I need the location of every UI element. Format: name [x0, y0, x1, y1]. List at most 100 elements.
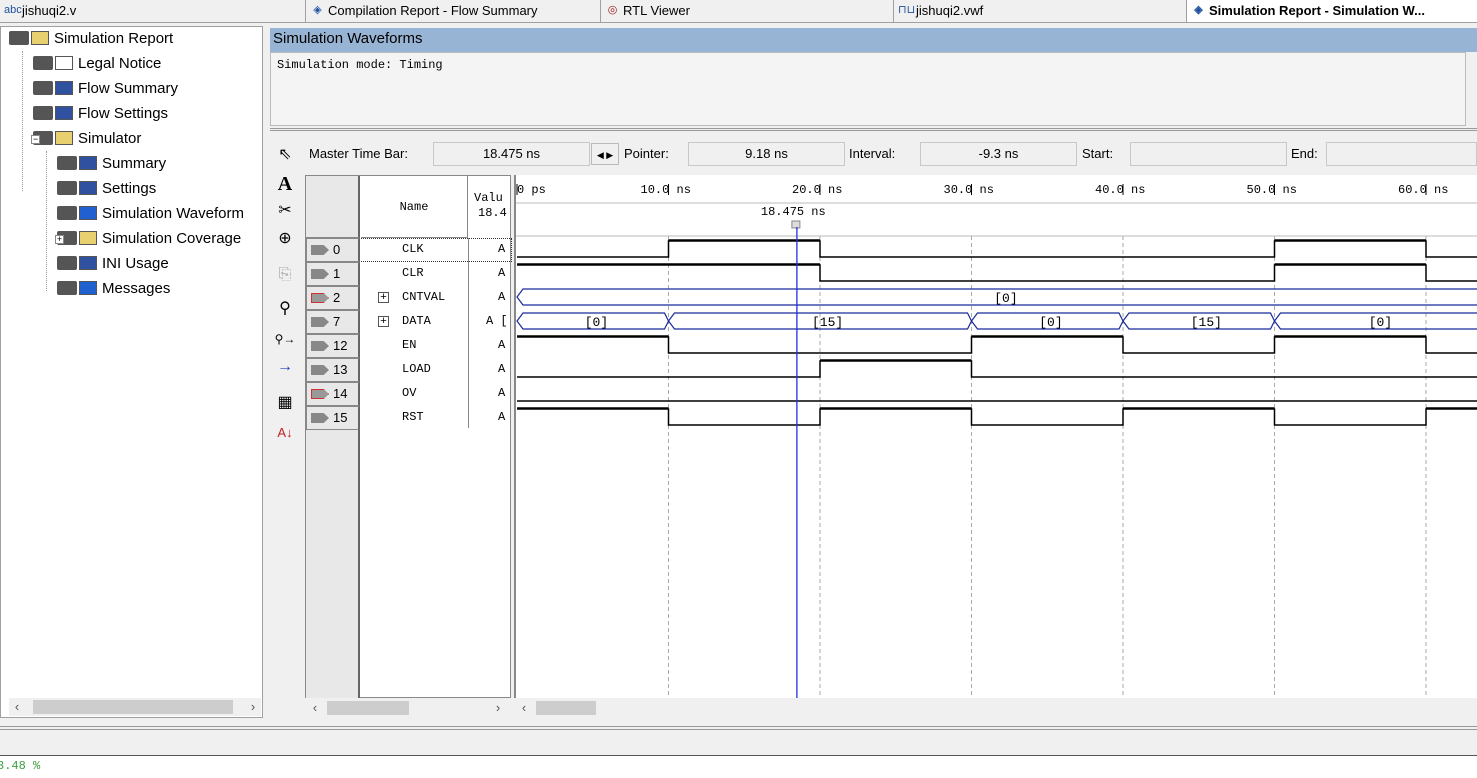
verilog-file-icon: abc: [4, 4, 22, 16]
tree-item-messages[interactable]: Messages: [57, 278, 170, 300]
waveform-editing-tool-icon[interactable]: ✂: [274, 200, 296, 222]
tree-item-legal-notice[interactable]: Legal Notice: [33, 53, 161, 75]
output-pin-icon: [311, 293, 329, 303]
tree-item-simulation-waveform[interactable]: Simulation Waveform: [57, 203, 244, 225]
signal-id: 12: [333, 338, 348, 353]
printer-icon: [33, 56, 53, 70]
selection-tool-icon[interactable]: ⇖: [274, 144, 296, 166]
interval-field: -9.3 ns: [920, 142, 1077, 166]
waveform-rst: [517, 408, 1477, 426]
tree-item-simulation-coverage[interactable]: Simulation Coverage: [57, 228, 241, 250]
expand-toggle-icon[interactable]: −: [31, 135, 40, 144]
tree-item-flow-summary[interactable]: Flow Summary: [33, 78, 178, 100]
expand-toggle-icon[interactable]: +: [55, 235, 64, 244]
text-scrollbar[interactable]: [1466, 52, 1477, 126]
waveform-canvas[interactable]: 0 ps 10.0 ns 20.0 ns 30.0 ns 40.0 ns 50.0 ns 6…: [516, 175, 1477, 698]
signal-row[interactable]: 0 CLK A: [306, 238, 512, 262]
folder-icon: [55, 131, 73, 145]
tree-item-label: INI Usage: [102, 255, 169, 272]
next-transition-icon[interactable]: →: [274, 356, 296, 378]
find-next-icon[interactable]: ⚲→: [274, 328, 296, 350]
scroll-left-icon[interactable]: ‹: [9, 698, 25, 716]
signal-id: 0: [333, 242, 341, 257]
tree-item-settings[interactable]: Settings: [57, 178, 156, 200]
signal-id: 14: [333, 386, 348, 401]
ruler-tick-label: 30.0 ns: [944, 183, 994, 197]
scroll-right-icon[interactable]: ›: [490, 699, 506, 717]
tab-simulation-report[interactable]: ◈ Simulation Report - Simulation W...: [1186, 0, 1477, 22]
signal-row[interactable]: 7 + DATA A [: [306, 310, 512, 334]
signal-name: EN: [402, 338, 417, 352]
printer-icon: [33, 106, 53, 120]
signal-row[interactable]: 12 EN A: [306, 334, 512, 358]
copy-icon[interactable]: ⎘: [274, 264, 296, 286]
signal-row[interactable]: 14 OV A: [306, 382, 512, 406]
signal-id: 15: [333, 410, 348, 425]
scroll-left-icon[interactable]: ‹: [307, 699, 323, 717]
signal-name: RST: [402, 410, 424, 424]
tree-item-label: Legal Notice: [78, 55, 162, 72]
signal-row[interactable]: 15 RST A: [306, 406, 512, 430]
table-icon: [55, 81, 73, 95]
pointer-field: 9.18 ns: [688, 142, 845, 166]
progress-text: 3.48 %: [0, 759, 41, 773]
tree-item-summary[interactable]: Summary: [57, 153, 166, 175]
signal-name: LOAD: [402, 362, 431, 376]
signal-table-scrollbar[interactable]: ‹ ›: [305, 699, 510, 717]
signal-name: DATA: [402, 314, 431, 328]
report-tree: ‹ › Simulation Report Legal Notice Flow Su…: [0, 26, 263, 718]
zoom-tool-icon[interactable]: ⊕: [274, 228, 296, 250]
end-field[interactable]: [1326, 142, 1477, 166]
tree-item-flow-settings[interactable]: Flow Settings: [33, 103, 168, 125]
input-pin-icon: [311, 365, 329, 375]
ruler-tick-label: 10.0 ns: [641, 183, 691, 197]
master-time-bar-field[interactable]: 18.475 ns: [433, 142, 590, 166]
bus-value-label: [15]: [812, 315, 843, 330]
find-icon[interactable]: ⚲: [274, 298, 296, 320]
tree-item-ini-usage[interactable]: INI Usage: [57, 253, 169, 275]
expand-bus-icon[interactable]: +: [378, 292, 389, 303]
tab-compilation-report[interactable]: ◈ Compilation Report - Flow Summary: [305, 0, 600, 22]
waveform-view[interactable]: 0 ps 10.0 ns 20.0 ns 30.0 ns 40.0 ns 50.0 ns 6…: [514, 175, 1477, 698]
table-icon: [55, 106, 73, 120]
tree-item-simulation-report[interactable]: Simulation Report: [9, 28, 173, 50]
ruler-tick-label: 50.0 ns: [1247, 183, 1297, 197]
tree-item-label: Settings: [102, 180, 157, 197]
signal-table: Name Valu 18.4 0 CLK A 1 CLR A 2 + CNTVAL A 7 + DATA…: [305, 175, 512, 698]
bottom-splitter[interactable]: [0, 726, 1477, 730]
signal-value: A: [498, 386, 506, 400]
text-tool-icon[interactable]: A: [274, 173, 296, 195]
tab-jishuqi2-vwf[interactable]: ⊓⊔ jishuqi2.vwf: [893, 0, 1186, 22]
tree-item-simulator[interactable]: Simulator: [33, 128, 141, 150]
signal-row[interactable]: 1 CLR A: [306, 262, 512, 286]
time-bar-stepper[interactable]: ◀ ▶: [591, 143, 619, 165]
waveform-scrollbar[interactable]: ‹: [514, 699, 1477, 717]
document-tabs: abc jishuqi2.v ◈ Compilation Report - Flow…: [0, 0, 1477, 23]
value-column-header[interactable]: Valu: [474, 191, 503, 205]
folder-icon: [31, 31, 49, 45]
tab-jishuqi2-v[interactable]: abc jishuqi2.v: [0, 0, 305, 22]
snap-to-grid-icon[interactable]: ▦: [274, 392, 296, 414]
master-time-bar-label: Master Time Bar:: [309, 146, 408, 161]
scroll-right-icon[interactable]: ›: [245, 698, 261, 716]
input-pin-icon: [311, 245, 329, 255]
tree-horizontal-scrollbar[interactable]: ‹ ›: [9, 698, 261, 716]
signal-name: CLR: [402, 266, 424, 280]
splitter[interactable]: [270, 128, 1477, 131]
master-time-bar-label: 18.475 ns: [761, 205, 826, 219]
bus-value-label: [0]: [1369, 315, 1392, 330]
start-field[interactable]: [1130, 142, 1287, 166]
sort-icon[interactable]: A↓: [274, 422, 296, 444]
tab-rtl-viewer[interactable]: ◎ RTL Viewer: [600, 0, 893, 22]
signal-value: A [: [486, 314, 508, 328]
signal-value: A: [498, 410, 506, 424]
document-icon: [55, 56, 73, 70]
name-column-header[interactable]: Name: [361, 176, 468, 238]
input-pin-icon: [311, 317, 329, 327]
expand-bus-icon[interactable]: +: [378, 316, 389, 327]
signal-row[interactable]: 13 LOAD A: [306, 358, 512, 382]
waveform-load: [517, 360, 1477, 378]
scroll-left-icon[interactable]: ‹: [516, 699, 532, 717]
signal-row[interactable]: 2 + CNTVAL A: [306, 286, 512, 310]
signal-id: 1: [333, 266, 341, 281]
